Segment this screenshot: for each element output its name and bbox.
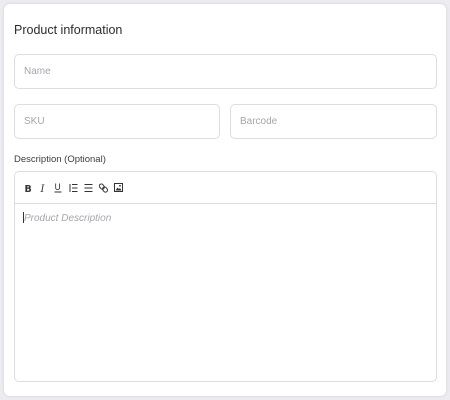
ordered-list-icon — [69, 183, 78, 193]
image-button[interactable] — [113, 182, 123, 194]
description-placeholder: Product Description — [24, 213, 112, 224]
image-icon — [113, 183, 123, 192]
underline-icon: U — [54, 182, 62, 193]
italic-button[interactable]: I — [38, 182, 48, 194]
sku-input[interactable] — [14, 104, 220, 139]
bold-button[interactable]: B — [23, 182, 33, 194]
bold-icon: B — [24, 183, 32, 193]
link-button[interactable] — [98, 182, 108, 194]
bullet-list-icon — [84, 183, 93, 193]
svg-text:I: I — [40, 184, 46, 193]
link-icon — [98, 182, 108, 193]
card-title: Product information — [14, 23, 123, 37]
description-content-area[interactable]: Product Description — [23, 212, 111, 225]
underline-button[interactable]: U — [53, 182, 63, 194]
italic-icon: I — [39, 183, 47, 193]
description-editor: B I U Product Description — [14, 171, 437, 382]
name-input[interactable] — [14, 54, 437, 89]
description-label: Description (Optional) — [14, 154, 106, 165]
svg-text:B: B — [25, 184, 32, 193]
ordered-list-button[interactable] — [68, 182, 78, 194]
bullet-list-button[interactable] — [83, 182, 93, 194]
product-information-card: Product information Description (Optiona… — [4, 4, 446, 396]
barcode-input[interactable] — [230, 104, 437, 139]
editor-toolbar: B I U — [15, 172, 436, 204]
